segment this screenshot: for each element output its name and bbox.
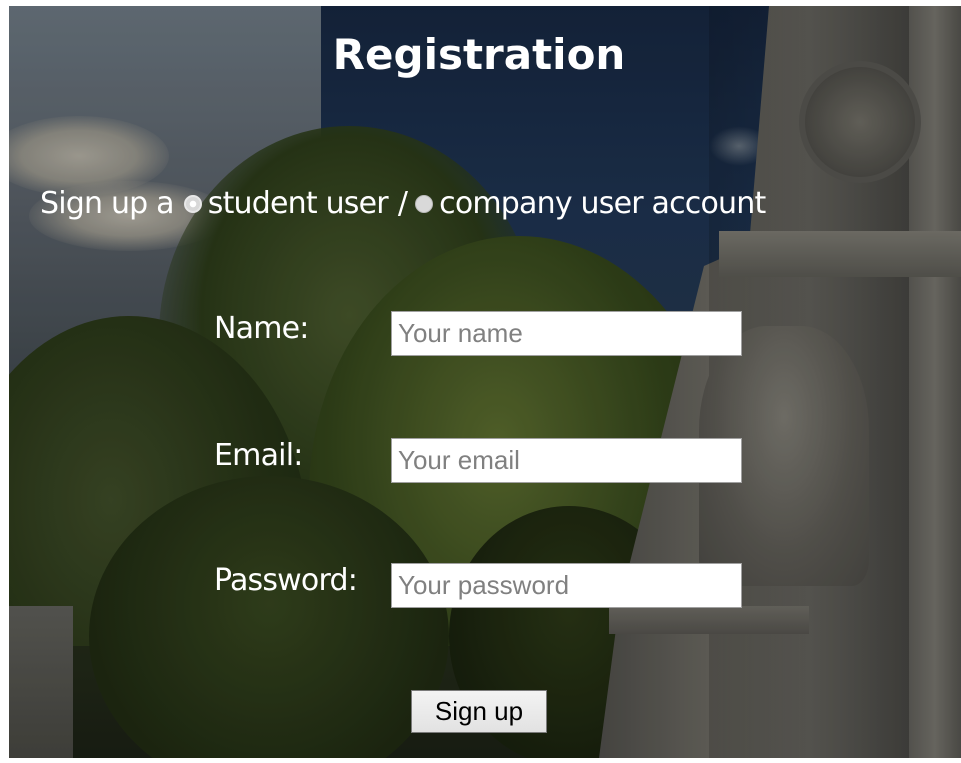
name-field[interactable] xyxy=(391,311,742,356)
student-radio[interactable] xyxy=(183,194,202,213)
email-field[interactable] xyxy=(391,438,742,483)
company-radio[interactable] xyxy=(415,194,434,213)
company-option-label[interactable]: company user account xyxy=(439,186,766,221)
registration-form: Registration Sign up a student user / co… xyxy=(9,6,961,758)
name-label: Name: xyxy=(214,311,309,346)
student-option-label[interactable]: student user xyxy=(208,186,389,221)
account-type-selector: Sign up a student user / company user ac… xyxy=(40,186,766,221)
email-label: Email: xyxy=(214,438,303,473)
account-type-prefix: Sign up a xyxy=(40,186,175,221)
password-field[interactable] xyxy=(391,563,742,608)
page-title: Registration xyxy=(332,30,626,79)
sign-up-button[interactable]: Sign up xyxy=(411,690,547,733)
option-separator: / xyxy=(397,186,408,221)
password-label: Password: xyxy=(214,563,358,598)
